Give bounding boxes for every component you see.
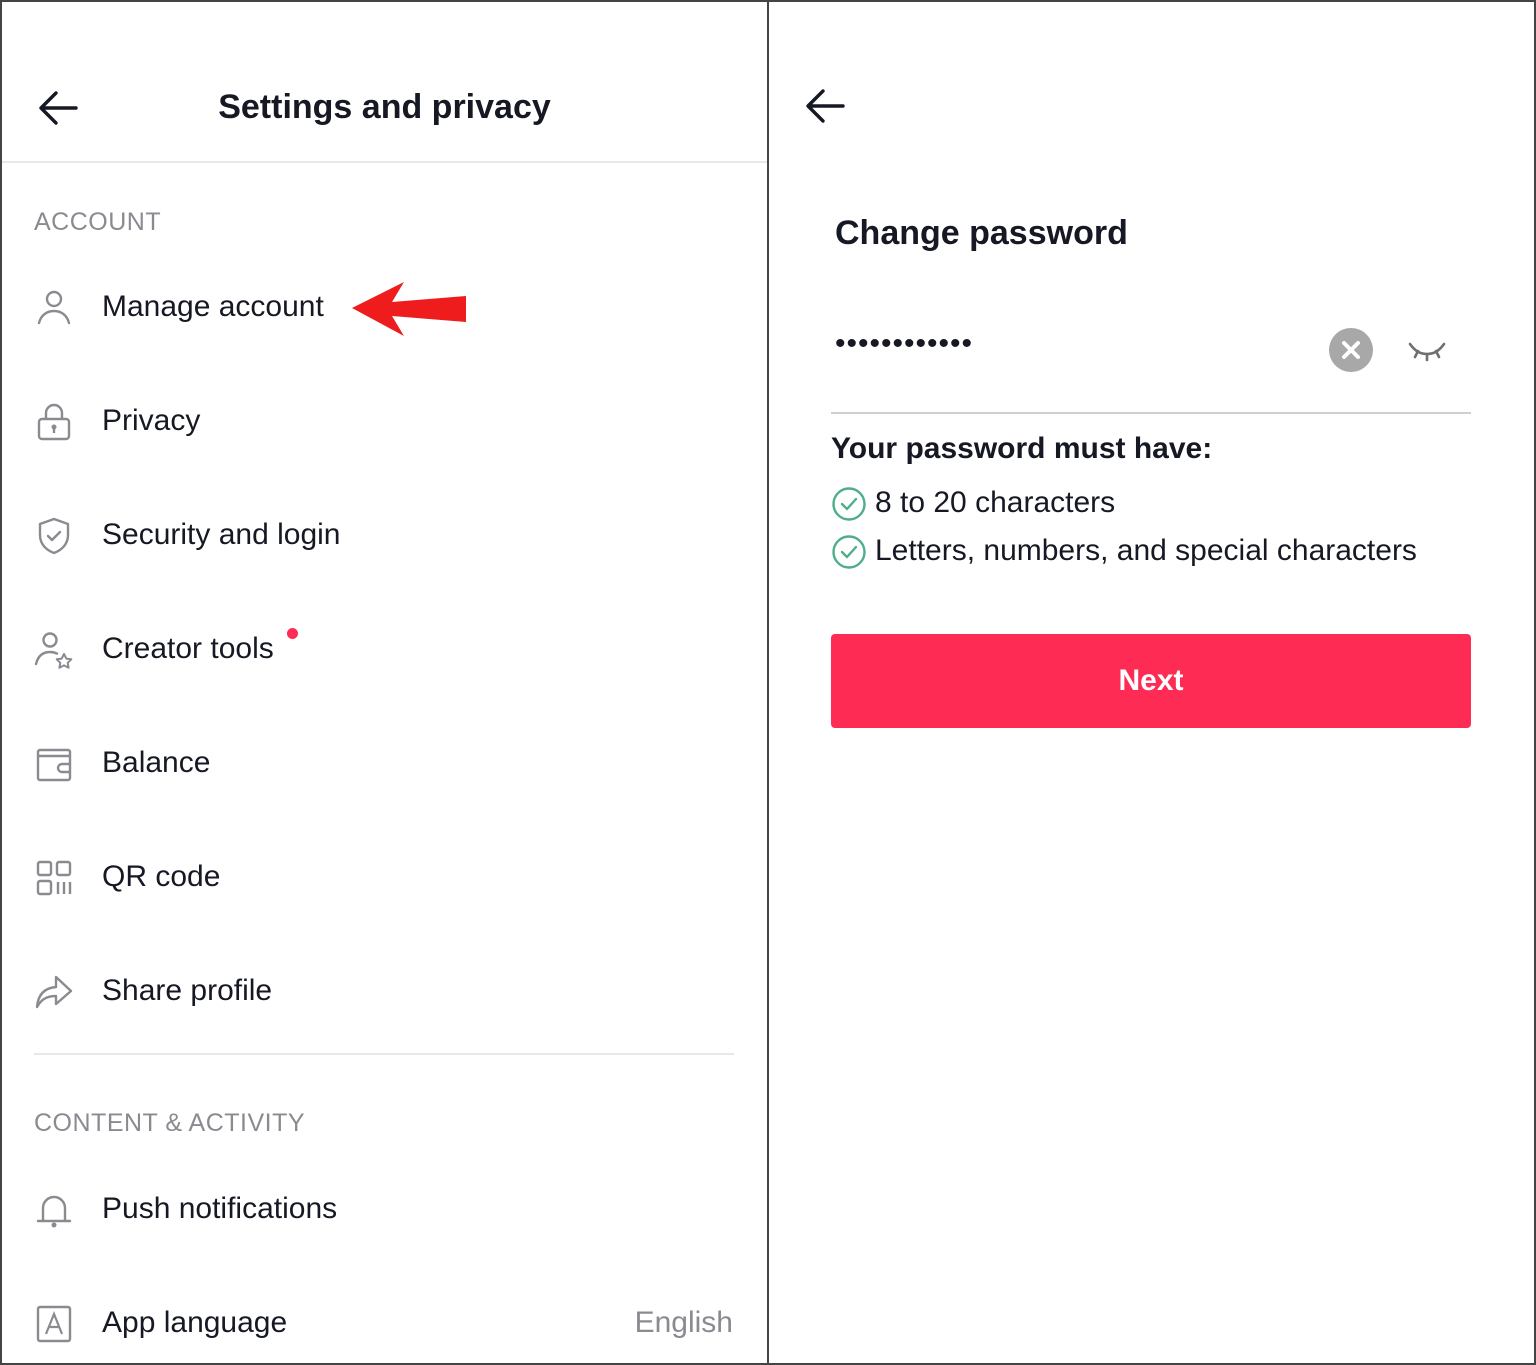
menu-item-label: Share profile: [102, 974, 273, 1007]
menu-item-creator-tools[interactable]: Creator tools: [2, 610, 767, 690]
back-button[interactable]: [803, 84, 847, 128]
section-title-account: ACCOUNT: [34, 208, 162, 236]
menu-item-security-and-login[interactable]: Security and login: [2, 496, 767, 576]
password-input[interactable]: [833, 326, 1297, 362]
menu-item-privacy[interactable]: Privacy: [2, 382, 767, 462]
menu-item-push-notifications[interactable]: Push notifications: [2, 1170, 767, 1250]
requirement-text: 8 to 20 characters: [875, 486, 1116, 519]
password-field: [831, 302, 1471, 414]
clear-password-button[interactable]: [1329, 328, 1373, 372]
bell-icon: [34, 1190, 74, 1230]
person-icon: [34, 288, 74, 328]
qr-code-icon: [34, 858, 74, 898]
settings-panel: Settings and privacy ACCOUNT Manage acco…: [2, 2, 767, 1363]
menu-item-share-profile[interactable]: Share profile: [2, 952, 767, 1032]
clear-x-icon: [1342, 341, 1360, 359]
section-divider: [34, 1053, 734, 1055]
lock-icon: [34, 402, 74, 442]
menu-item-label: Manage account: [102, 290, 324, 323]
password-requirements-heading: Your password must have:: [831, 432, 1213, 465]
person-star-icon: [34, 630, 74, 670]
menu-item-label: Creator tools: [102, 632, 274, 665]
check-circle-icon: [831, 534, 867, 570]
app-language-value: English: [634, 1306, 733, 1339]
letter-a-icon: [34, 1304, 74, 1344]
check-circle-icon: [831, 486, 867, 522]
wallet-icon: [34, 744, 74, 784]
menu-item-label: Privacy: [102, 404, 201, 437]
next-button[interactable]: Next: [831, 634, 1471, 728]
menu-item-label: Push notifications: [102, 1192, 338, 1225]
eye-closed-icon: [1408, 342, 1446, 362]
menu-item-qr-code[interactable]: QR code: [2, 838, 767, 918]
arrow-left-icon: [806, 89, 845, 123]
page-title: Change password: [835, 214, 1128, 252]
notification-dot: [287, 628, 298, 639]
change-password-panel: Change password Your password must have:…: [769, 2, 1534, 1363]
menu-item-balance[interactable]: Balance: [2, 724, 767, 804]
settings-header: Settings and privacy: [2, 2, 767, 163]
toggle-password-visibility-button[interactable]: [1407, 336, 1447, 366]
requirement-text: Letters, numbers, and special characters: [875, 534, 1417, 567]
menu-item-app-language[interactable]: App language English: [2, 1284, 767, 1364]
page-title: Settings and privacy: [218, 88, 551, 126]
shield-check-icon: [34, 516, 74, 556]
share-arrow-icon: [34, 972, 74, 1012]
menu-item-label: Security and login: [102, 518, 341, 551]
menu-item-label: QR code: [102, 860, 221, 893]
section-title-content-activity: CONTENT & ACTIVITY: [34, 1109, 306, 1137]
menu-item-label: Balance: [102, 746, 211, 779]
menu-item-label: App language: [102, 1306, 288, 1339]
annotation-red-arrow: [352, 282, 466, 336]
